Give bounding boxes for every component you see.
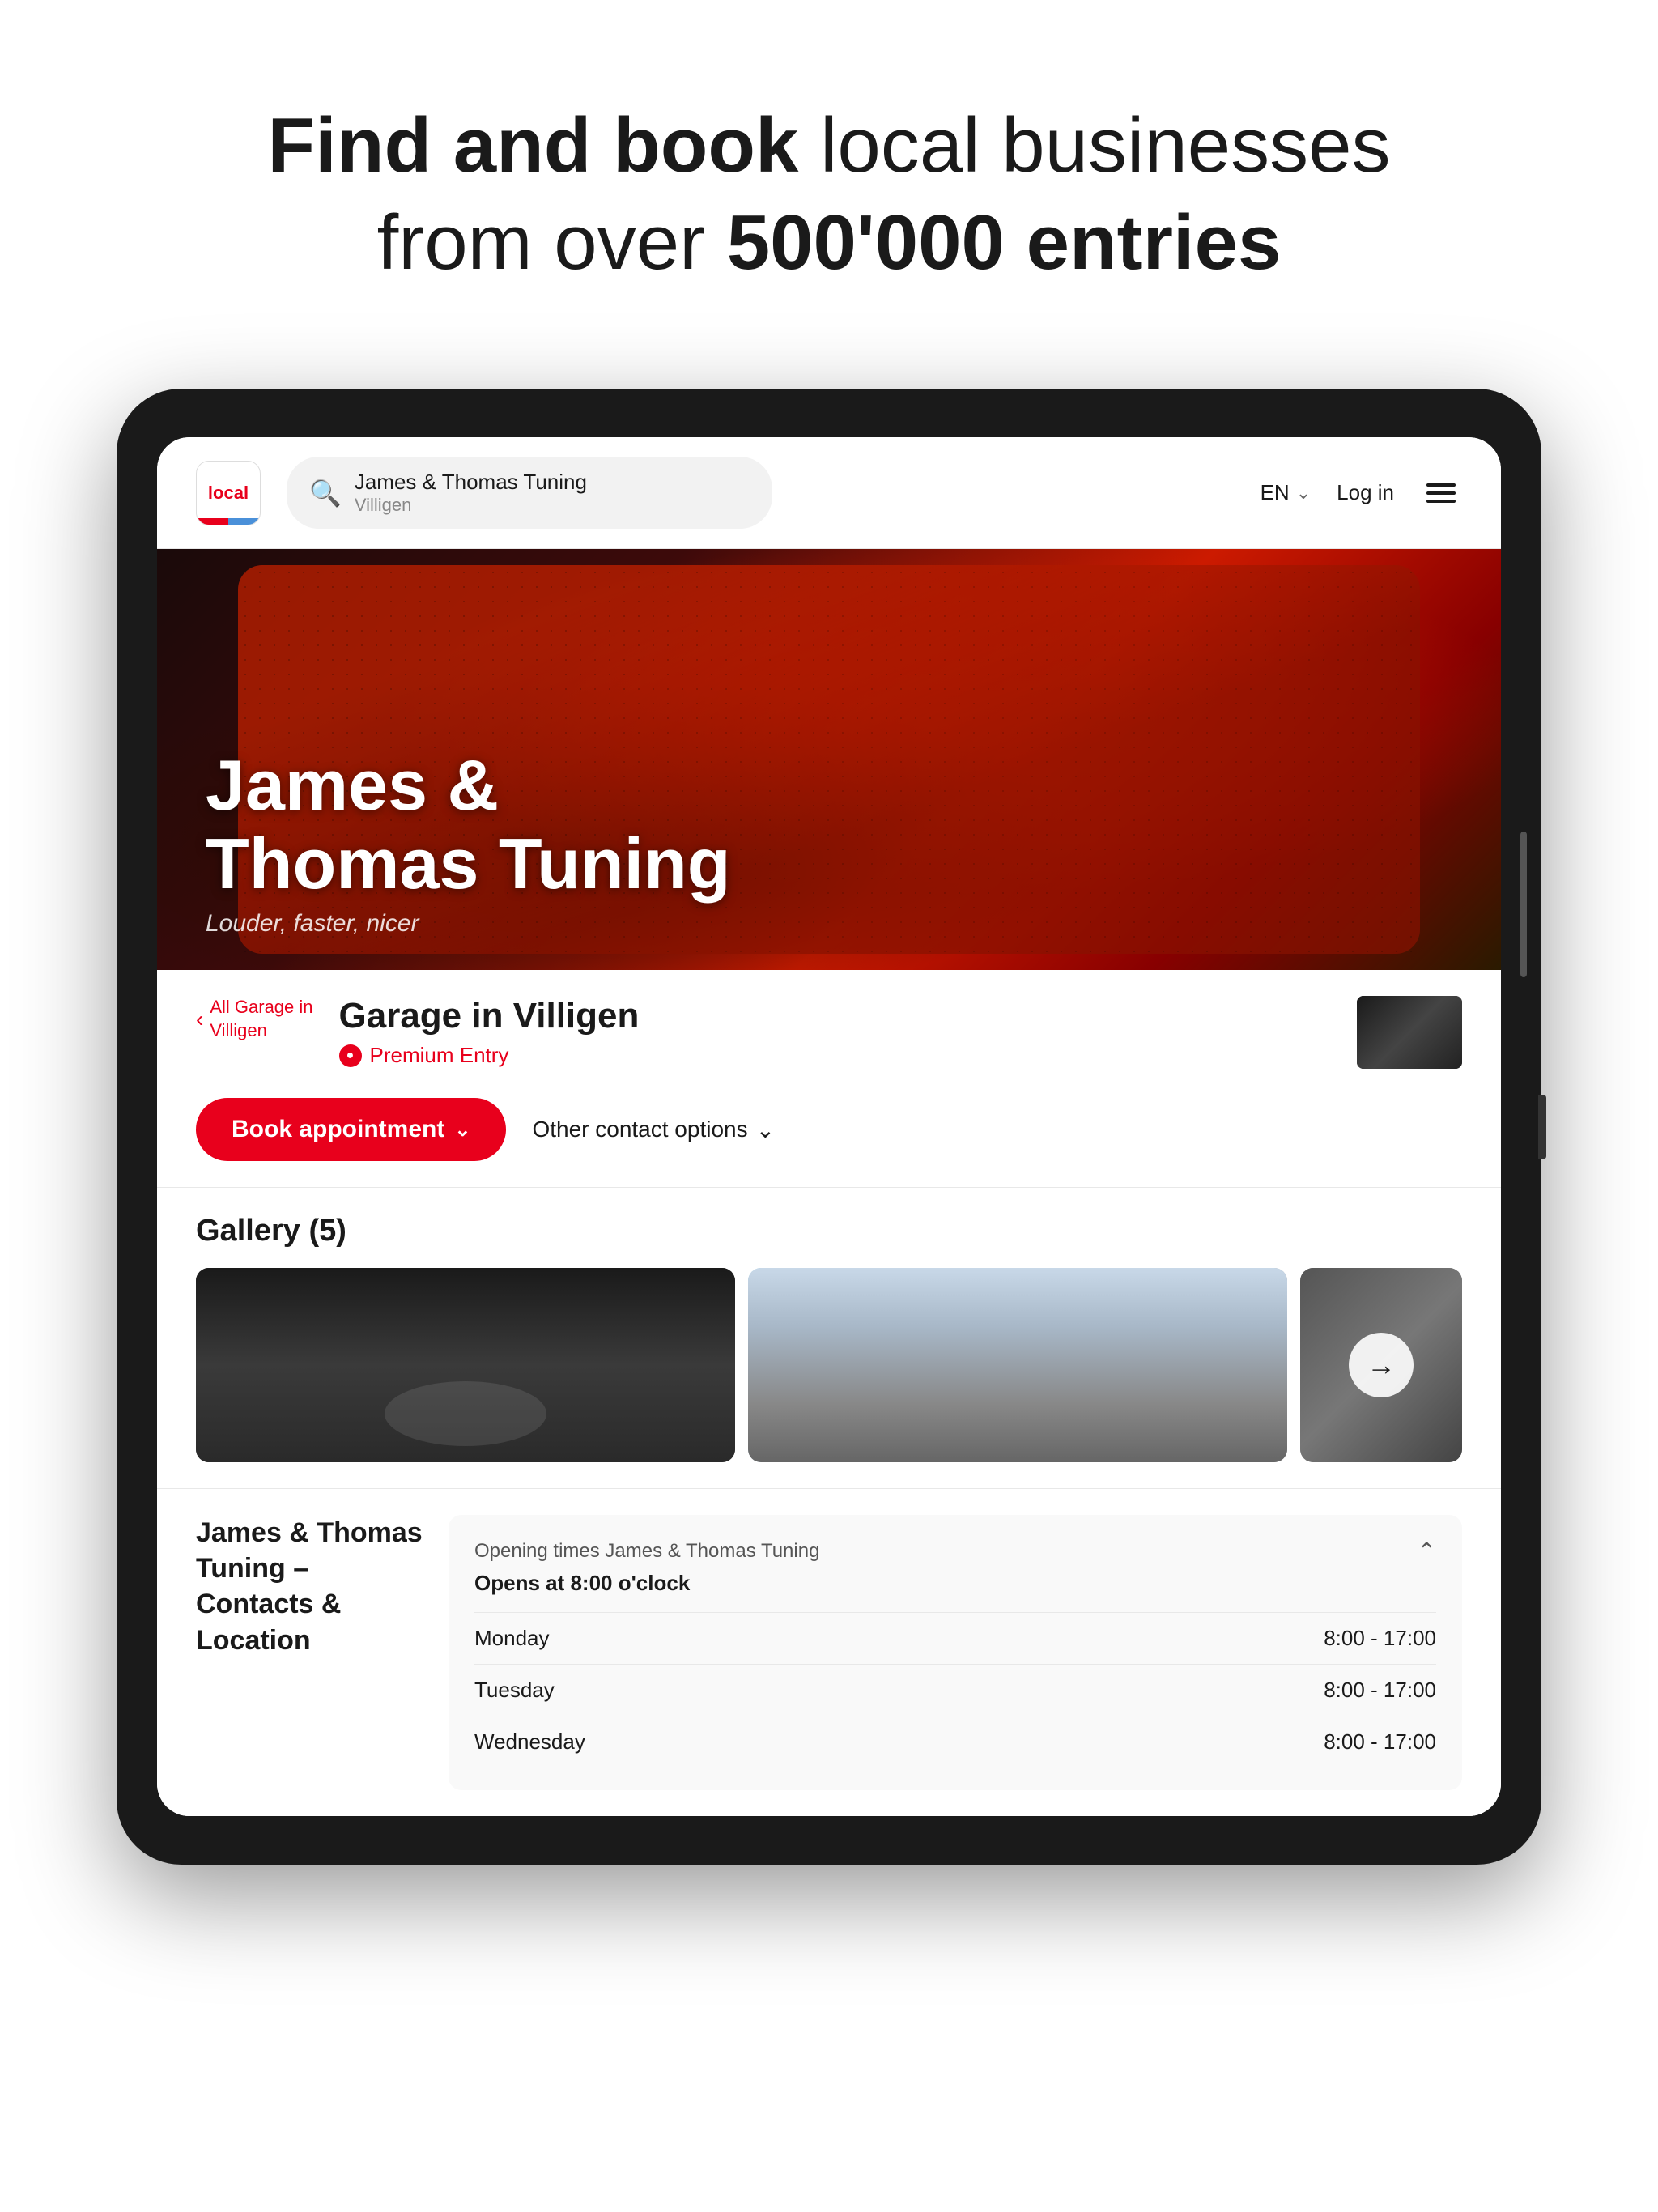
hero-subtitle: Louder, faster, nicer xyxy=(206,910,731,938)
business-thumbnail xyxy=(1357,996,1462,1069)
breadcrumb-text: All Garage in Villigen xyxy=(210,996,312,1042)
hamburger-line-1 xyxy=(1426,483,1456,487)
logo-container[interactable]: local xyxy=(196,461,261,525)
business-category: Garage in Villigen xyxy=(339,996,1331,1036)
premium-icon: ● xyxy=(339,1044,362,1067)
gallery-image-2[interactable] xyxy=(748,1268,1287,1462)
contacts-title: James & Thomas Tuning – Contacts & Locat… xyxy=(196,1515,423,1658)
breadcrumb-line2: Villigen xyxy=(210,1019,312,1043)
tablet-scrollbar[interactable] xyxy=(1520,832,1527,977)
gallery-image-3[interactable]: → xyxy=(1300,1268,1462,1462)
hours-day-tuesday: Tuesday xyxy=(474,1678,555,1703)
contact-btn-label: Other contact options xyxy=(532,1117,747,1142)
other-contact-button[interactable]: Other contact options ⌄ xyxy=(532,1117,775,1143)
book-btn-label: Book appointment xyxy=(232,1116,444,1143)
content-area: ‹ All Garage in Villigen Garage in Villi… xyxy=(157,970,1501,1816)
hero-image: James & Thomas Tuning Louder, faster, ni… xyxy=(157,549,1501,970)
contacts-right: Opening times James & Thomas Tuning ⌃ Op… xyxy=(449,1515,1462,1790)
breadcrumb-line1: All Garage in xyxy=(210,996,312,1019)
search-text: James & Thomas Tuning Villigen xyxy=(355,470,587,516)
contacts-section: James & Thomas Tuning – Contacts & Locat… xyxy=(196,1489,1462,1816)
hours-time-wednesday: 8:00 - 17:00 xyxy=(1324,1729,1436,1755)
opening-header: Opening times James & Thomas Tuning ⌃ xyxy=(474,1538,1436,1564)
premium-label: Premium Entry xyxy=(370,1043,509,1068)
gallery-section: Gallery (5) → xyxy=(196,1188,1462,1488)
search-bar[interactable]: 🔍 James & Thomas Tuning Villigen xyxy=(287,457,772,529)
hours-day-monday: Monday xyxy=(474,1626,550,1651)
breadcrumb-arrow-icon: ‹ xyxy=(196,1006,203,1032)
search-location: Villigen xyxy=(355,495,587,516)
gallery-count: (5) xyxy=(308,1214,346,1248)
contact-btn-chevron-icon: ⌄ xyxy=(756,1117,775,1143)
nav-right: EN ⌄ Log in xyxy=(1261,477,1462,509)
title-row: ‹ All Garage in Villigen Garage in Villi… xyxy=(196,970,1462,1082)
hero-title: James & Thomas Tuning xyxy=(206,747,731,904)
gallery-label: Gallery xyxy=(196,1214,300,1248)
opening-label: Opening times James & Thomas Tuning xyxy=(474,1540,819,1563)
book-btn-chevron-icon: ⌄ xyxy=(454,1118,470,1142)
logo-text: local xyxy=(208,483,249,504)
headline-line2-regular: from over xyxy=(377,199,727,286)
book-appointment-button[interactable]: Book appointment ⌄ xyxy=(196,1098,506,1161)
hamburger-line-2 xyxy=(1426,491,1456,495)
headline-line2-bold: 500'000 entries xyxy=(727,199,1282,286)
hero-title-line2: Thomas Tuning xyxy=(206,823,731,904)
page-header: Find and book local businesses from over… xyxy=(0,0,1658,340)
gallery-next-button[interactable]: → xyxy=(1349,1333,1414,1397)
tablet-device: local 🔍 James & Thomas Tuning Villigen E… xyxy=(117,389,1541,1865)
hours-time-monday: 8:00 - 17:00 xyxy=(1324,1626,1436,1651)
logo[interactable]: local xyxy=(196,461,261,525)
hamburger-menu[interactable] xyxy=(1420,477,1462,509)
opening-chevron-icon[interactable]: ⌃ xyxy=(1418,1538,1436,1564)
tablet-side-button xyxy=(1538,1095,1546,1159)
contacts-left: James & Thomas Tuning – Contacts & Locat… xyxy=(196,1515,423,1790)
premium-badge: ● Premium Entry xyxy=(339,1043,1331,1068)
hours-row-monday: Monday 8:00 - 17:00 xyxy=(474,1612,1436,1664)
lang-label: EN xyxy=(1261,480,1290,505)
hours-day-wednesday: Wednesday xyxy=(474,1729,585,1755)
business-info: Garage in Villigen ● Premium Entry xyxy=(339,996,1331,1068)
search-icon: 🔍 xyxy=(309,478,342,508)
breadcrumb[interactable]: ‹ All Garage in Villigen xyxy=(196,996,313,1042)
hero-title-line1: James & xyxy=(206,745,499,825)
hours-time-tuesday: 8:00 - 17:00 xyxy=(1324,1678,1436,1703)
language-selector[interactable]: EN ⌄ xyxy=(1261,480,1312,505)
opening-status: Opens at 8:00 o'clock xyxy=(474,1571,1436,1596)
hamburger-line-3 xyxy=(1426,500,1456,503)
hours-row-tuesday: Tuesday 8:00 - 17:00 xyxy=(474,1664,1436,1716)
search-query: James & Thomas Tuning xyxy=(355,470,587,495)
action-row: Book appointment ⌄ Other contact options… xyxy=(196,1082,1462,1187)
gallery-grid: → xyxy=(196,1268,1462,1462)
headline-regular: local businesses xyxy=(798,102,1390,189)
hero-text: James & Thomas Tuning Louder, faster, ni… xyxy=(206,747,731,938)
gallery-image-1[interactable] xyxy=(196,1268,735,1462)
tablet-screen: local 🔍 James & Thomas Tuning Villigen E… xyxy=(157,437,1501,1816)
gallery-title: Gallery (5) xyxy=(196,1214,1462,1249)
hours-row-wednesday: Wednesday 8:00 - 17:00 xyxy=(474,1716,1436,1767)
login-button[interactable]: Log in xyxy=(1337,480,1394,505)
navbar: local 🔍 James & Thomas Tuning Villigen E… xyxy=(157,437,1501,549)
chevron-down-icon: ⌄ xyxy=(1296,483,1311,504)
headline-bold: Find and book xyxy=(268,102,799,189)
headline: Find and book local businesses from over… xyxy=(65,97,1593,291)
